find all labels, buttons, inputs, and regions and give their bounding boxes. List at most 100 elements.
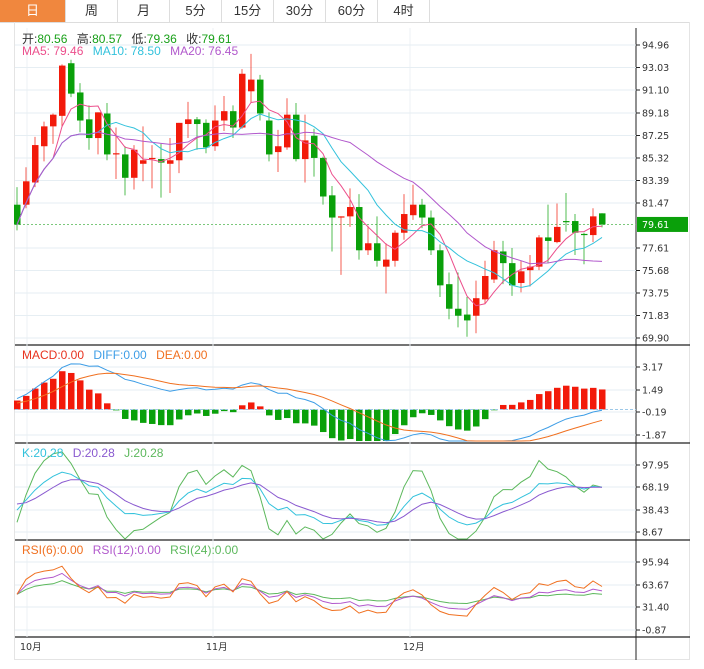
price-tick-label: 87.25 (642, 131, 669, 142)
macd-tick-label: 1.49 (642, 386, 663, 397)
price-tick-label: 77.61 (642, 244, 669, 255)
macd-bar (311, 409, 318, 426)
price-tick-label: 94.96 (642, 41, 669, 52)
candle-down (293, 114, 300, 160)
macd-bar (302, 409, 309, 424)
macd-bar (518, 402, 525, 410)
price-tick-label: 89.18 (642, 109, 669, 120)
macd-bar (23, 395, 30, 410)
macd-bar (95, 393, 102, 410)
candle-up (23, 181, 30, 205)
kline-chart[interactable]: 10月 11月 12月 94.96 93.03 91.10 89.18 87.25 85.32 8… (0, 0, 704, 669)
x-tick-label: 10月 (20, 642, 42, 653)
candle-down (320, 157, 327, 197)
price-tick-label: 81.47 (642, 199, 669, 210)
price-tick-label: 85.32 (642, 154, 669, 165)
ma10-value: MA10: 78.50 (92, 44, 161, 58)
macd-bar (239, 405, 246, 410)
candle-up (482, 275, 489, 300)
macd-bar (455, 409, 462, 430)
kdj-tick-label: 8.67 (642, 528, 663, 539)
price-tick-label: 83.39 (642, 176, 669, 187)
candle-down (329, 195, 336, 218)
macd-bar (104, 403, 111, 410)
candle-up (248, 79, 255, 92)
candle-down (374, 243, 381, 261)
macd-bar (473, 409, 480, 427)
macd-bar (293, 409, 300, 424)
macd-bar (14, 400, 21, 410)
macd-bar (167, 409, 174, 426)
macd-bar (68, 372, 75, 410)
ma-legend: MA5: 79.46 MA10: 78.50 MA20: 76.45 (22, 44, 244, 58)
candle-down (563, 221, 570, 223)
macd-bar (419, 409, 426, 414)
candle-down (455, 308, 462, 316)
candle-up (554, 226, 561, 243)
candle-up (149, 157, 156, 160)
candle-up (590, 216, 597, 236)
macd-bar (545, 391, 552, 410)
candle-up (41, 126, 48, 147)
rsi-tick-label: -0.87 (642, 626, 667, 637)
candle-down (68, 63, 75, 94)
price-tick-label: 93.03 (642, 63, 669, 74)
rsi-legend: RSI(6):0.00 RSI(12):0.00 RSI(24):0.00 (22, 543, 244, 557)
ma20-value: MA20: 76.45 (170, 44, 239, 58)
macd-bar (500, 404, 507, 410)
macd-bar (149, 409, 156, 424)
candle-up (239, 73, 246, 128)
candle-up (59, 65, 66, 116)
candle-up (221, 111, 228, 121)
candle-up (410, 204, 417, 216)
macd-bar (365, 409, 372, 441)
k-line (16, 471, 603, 526)
candle-up (473, 298, 480, 316)
macd-bar (401, 409, 408, 426)
candle-up (491, 250, 498, 280)
candle-down (545, 237, 552, 241)
macd-bar (275, 409, 282, 420)
rsi-tick-label: 31.40 (642, 603, 669, 614)
macd-bar (122, 409, 129, 419)
macd-bar (194, 409, 201, 414)
macd-bar (248, 402, 255, 410)
candle-down (14, 204, 21, 225)
candle-down (599, 213, 606, 225)
candle-down (122, 154, 129, 178)
candle-down (500, 251, 507, 264)
candle-down (581, 233, 588, 236)
rsi24-value: RSI(24):0.00 (170, 543, 239, 557)
ma5-value: MA5: 79.46 (22, 44, 84, 58)
rsi12-value: RSI(12):0.00 (92, 543, 161, 557)
diff-line (16, 363, 603, 442)
candle-up (113, 153, 120, 155)
price-tick-label: 73.75 (642, 289, 669, 300)
candle-up (95, 112, 102, 139)
macd-bar (428, 409, 435, 415)
rsi-tick-label: 95.94 (642, 558, 669, 569)
macd-tick-label: -0.19 (642, 408, 667, 419)
macd-bar (185, 409, 192, 416)
candle-up (140, 160, 147, 164)
rsi-tick-label: 63.67 (642, 581, 669, 592)
candle-up (347, 207, 354, 217)
price-tick-label: 69.90 (642, 334, 669, 345)
dea-value: DEA:0.00 (156, 348, 208, 362)
candle-up (275, 146, 282, 153)
kdj-legend: K:20.28 D:20.28 J:20.28 (22, 446, 169, 460)
j-value: J:20.28 (124, 446, 164, 460)
macd-bar (392, 409, 399, 435)
macd-bar (86, 389, 93, 410)
macd-bar (482, 409, 489, 420)
macd-bar (410, 409, 417, 418)
kdj-tick-label: 97.95 (642, 461, 669, 472)
candle-down (194, 119, 201, 125)
macd-bar (266, 409, 273, 416)
candle-down (437, 250, 444, 286)
diff-value: DIFF:0.00 (93, 348, 147, 362)
rsi6-value: RSI(6):0.00 (22, 543, 84, 557)
candle-up (518, 271, 525, 284)
candle-down (257, 79, 264, 114)
macd-bar (509, 404, 516, 410)
